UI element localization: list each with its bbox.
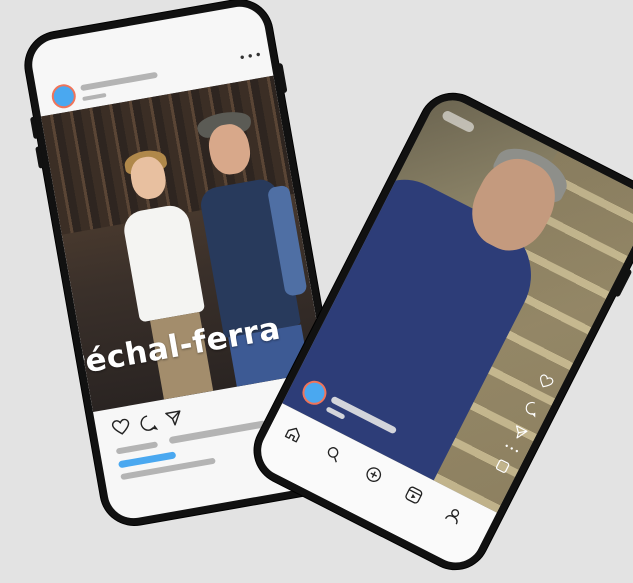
comment-icon[interactable]: [138, 413, 159, 433]
post-photo[interactable]: aréchal-ferra: [40, 75, 326, 412]
phone-volume-down: [35, 146, 44, 169]
share-icon[interactable]: [164, 409, 184, 429]
reels-icon[interactable]: [403, 484, 425, 506]
post-subtitle-placeholder: [82, 92, 107, 102]
more-dots-icon[interactable]: •••: [238, 47, 264, 65]
add-icon[interactable]: [363, 464, 385, 486]
search-icon[interactable]: [323, 443, 345, 465]
likes-placeholder: [115, 441, 159, 455]
home-icon[interactable]: [283, 423, 305, 445]
profile-icon[interactable]: [443, 505, 465, 527]
phone-side-button: [276, 62, 288, 94]
post-avatar[interactable]: [52, 84, 76, 108]
post-username-placeholder[interactable]: [80, 71, 158, 92]
photo-figure: [121, 202, 206, 323]
heart-icon[interactable]: [111, 418, 132, 437]
phone-volume-up: [29, 116, 39, 140]
